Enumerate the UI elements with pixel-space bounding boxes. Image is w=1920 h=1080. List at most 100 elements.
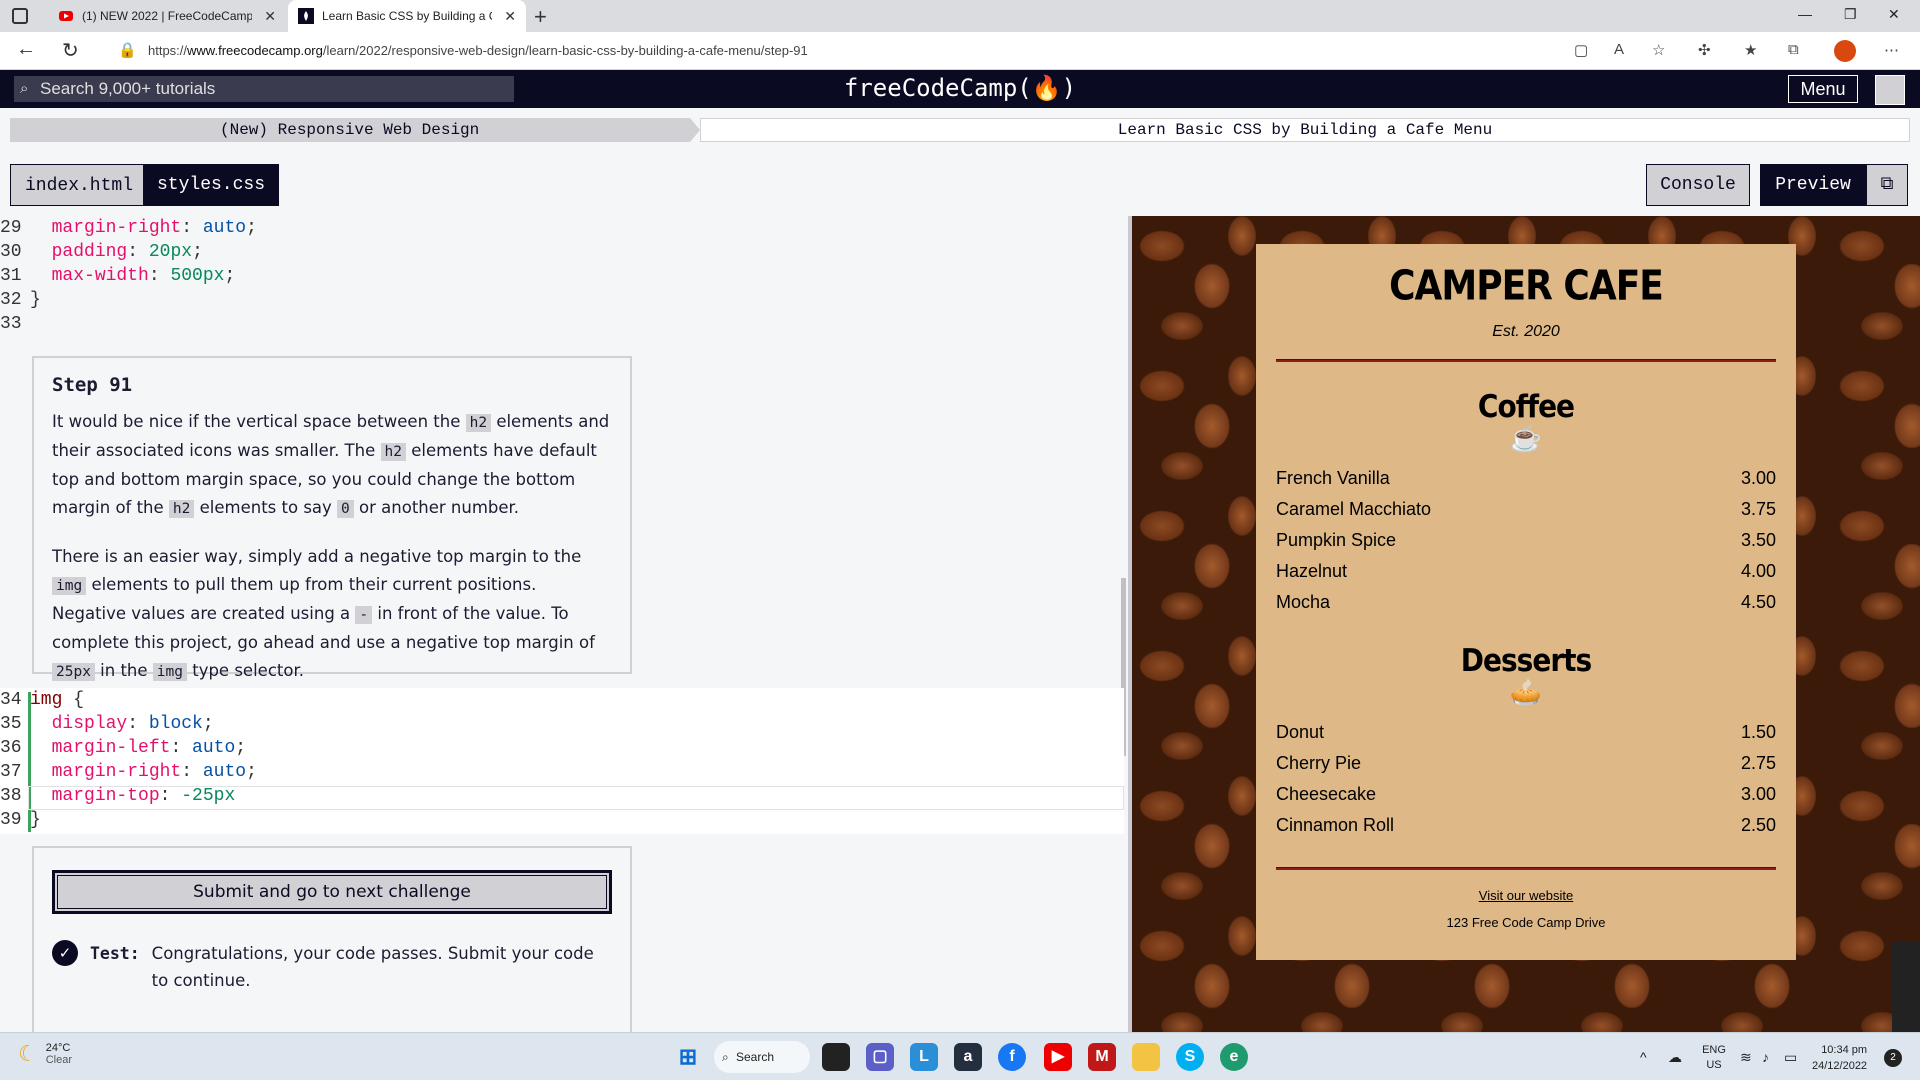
tab-index-html[interactable]: index.html: [10, 164, 149, 206]
code-line: 33: [0, 312, 30, 336]
user-avatar[interactable]: [1875, 75, 1905, 105]
browser-tab-freecodecamp[interactable]: Learn Basic CSS by Building a Cafe ✕: [288, 0, 526, 32]
line-number: 34: [0, 690, 22, 710]
browser-tab-bar: (1) NEW 2022 | FreeCodeCamp: Learn ✕ Lea…: [0, 0, 1920, 32]
clock[interactable]: 10:34 pm 24/12/2022: [1812, 1042, 1867, 1074]
mcafee-icon[interactable]: M: [1088, 1043, 1116, 1071]
edge-icon[interactable]: e: [1220, 1043, 1248, 1071]
facebook-icon[interactable]: f: [998, 1043, 1026, 1071]
file-explorer-icon[interactable]: [1132, 1043, 1160, 1071]
step-description: Step 91 It would be nice if the vertical…: [32, 356, 632, 681]
battery-icon[interactable]: ▭: [1784, 1049, 1797, 1066]
css-property: padding: [51, 242, 128, 262]
youtube-icon[interactable]: ▶: [1044, 1043, 1072, 1071]
close-window-icon[interactable]: ✕: [1888, 6, 1900, 23]
volume-icon[interactable]: ♪: [1762, 1049, 1769, 1065]
submit-button[interactable]: Submit and go to next challenge: [52, 870, 612, 914]
taskbar-search[interactable]: ⌕ Search: [714, 1041, 810, 1073]
url-field[interactable]: https://www.freecodecamp.org/learn/2022/…: [148, 43, 808, 58]
menu-button[interactable]: Menu: [1788, 75, 1858, 103]
language-code: ENG: [1702, 1044, 1726, 1056]
cafe-established: Est. 2020: [1492, 323, 1560, 340]
amazon-icon[interactable]: a: [954, 1043, 982, 1071]
profile-avatar[interactable]: [1834, 40, 1856, 62]
app-available-icon[interactable]: ▢: [1574, 41, 1588, 59]
code-line: 38 margin-top: -25px: [0, 786, 236, 806]
url-path: /learn/2022/responsive-web-design/learn-…: [322, 43, 808, 58]
css-property: max-width: [51, 266, 149, 286]
chevron-up-icon[interactable]: ^: [1640, 1049, 1647, 1065]
item-name: Cherry Pie: [1276, 753, 1362, 773]
skype-icon[interactable]: S: [1176, 1043, 1204, 1071]
restore-icon[interactable]: ❐: [1844, 6, 1857, 23]
cafe-address: 123 Free Code Camp Drive: [1446, 915, 1606, 930]
item-name: French Vanilla: [1276, 468, 1390, 488]
address-bar: ← ↻ 🔒 https://www.freecodecamp.org/learn…: [0, 32, 1920, 70]
line-number: 38: [0, 786, 22, 806]
breadcrumb-project[interactable]: Learn Basic CSS by Building a Cafe Menu: [700, 118, 1910, 142]
more-options-icon[interactable]: ⋯: [1884, 41, 1899, 59]
console-button[interactable]: Console: [1646, 164, 1750, 206]
item-name: Cinnamon Roll: [1276, 815, 1395, 835]
coffee-cup-icon: ☕: [1509, 423, 1543, 453]
tab-title: (1) NEW 2022 | FreeCodeCamp: Learn: [82, 9, 252, 23]
css-value: -25px: [181, 786, 236, 806]
line-number: 31: [0, 266, 22, 286]
youtube-icon: [59, 11, 73, 21]
step-title: Step 91: [52, 374, 133, 396]
refresh-icon[interactable]: ↻: [62, 38, 79, 63]
task-view-icon[interactable]: [822, 1043, 850, 1071]
code-text: ;: [202, 714, 214, 734]
extensions-icon[interactable]: ✣: [1698, 41, 1711, 59]
notification-badge[interactable]: 2: [1884, 1049, 1902, 1067]
item-price: 4.00: [1740, 561, 1776, 581]
weather-widget[interactable]: ☾ 24°C Clear: [18, 1041, 72, 1067]
css-value: 20px: [148, 242, 193, 262]
new-tab-icon[interactable]: +: [534, 4, 547, 30]
read-aloud-icon[interactable]: A: [1614, 41, 1624, 58]
popout-preview-icon[interactable]: ⧉: [1866, 164, 1908, 206]
close-icon[interactable]: ✕: [264, 8, 276, 25]
wifi-icon[interactable]: ≋: [1740, 1049, 1752, 1066]
menu-item: French Vanilla 3.00: [1276, 463, 1776, 494]
favorite-star-icon[interactable]: ☆: [1652, 41, 1665, 59]
lock-icon[interactable]: 🔒: [118, 41, 137, 59]
freecodecamp-icon: [298, 8, 314, 24]
minimize-icon[interactable]: —: [1798, 6, 1812, 22]
region-code: US: [1706, 1059, 1722, 1071]
css-property: margin-right: [51, 218, 182, 238]
side-toolbar[interactable]: [1892, 942, 1920, 1032]
collections-icon[interactable]: ⧉: [1788, 41, 1799, 58]
item-name: Hazelnut: [1276, 561, 1348, 581]
teams-chat-icon[interactable]: ▢: [866, 1043, 894, 1071]
tab-styles-css[interactable]: styles.css: [143, 164, 280, 206]
windows-start-icon[interactable]: ⊞: [674, 1043, 702, 1071]
css-value: auto: [192, 738, 236, 758]
back-icon[interactable]: ←: [16, 38, 36, 61]
inline-code: h2: [380, 443, 406, 461]
close-icon[interactable]: ✕: [504, 8, 516, 25]
website-link[interactable]: Visit our website: [1276, 888, 1776, 903]
test-message: Congratulations, your code passes. Submi…: [151, 944, 594, 990]
code-text: }: [30, 290, 41, 310]
test-label: Test:: [90, 944, 140, 963]
divider: [1276, 359, 1776, 362]
onedrive-icon[interactable]: ☁: [1668, 1049, 1682, 1066]
item-price: 3.00: [1740, 784, 1776, 804]
tab-title: Learn Basic CSS by Building a Cafe: [322, 9, 492, 23]
test-result: ✓ Test: Congratulations, your code passe…: [52, 940, 612, 994]
css-property: margin-right: [51, 762, 182, 782]
preview-button[interactable]: Preview: [1760, 164, 1866, 206]
moon-icon: ☾: [18, 1041, 38, 1066]
fcc-logo[interactable]: freeCodeCamp(🔥): [0, 74, 1920, 102]
cafe-name: CAMPER CAFE: [1389, 262, 1664, 311]
breadcrumb-course[interactable]: (New) Responsive Web Design: [10, 118, 700, 142]
item-price: 2.50: [1740, 815, 1776, 835]
item-name: Caramel Macchiato: [1276, 499, 1432, 519]
l-app-icon[interactable]: L: [910, 1043, 938, 1071]
favorites-icon[interactable]: ★: [1744, 41, 1757, 59]
language-indicator[interactable]: ENG US: [1694, 1043, 1734, 1073]
browser-tab-youtube[interactable]: (1) NEW 2022 | FreeCodeCamp: Learn ✕: [48, 0, 286, 32]
tab-actions-icon[interactable]: [12, 8, 28, 24]
fcc-navbar: ⌕ Search 9,000+ tutorials freeCodeCamp(🔥…: [0, 70, 1920, 108]
